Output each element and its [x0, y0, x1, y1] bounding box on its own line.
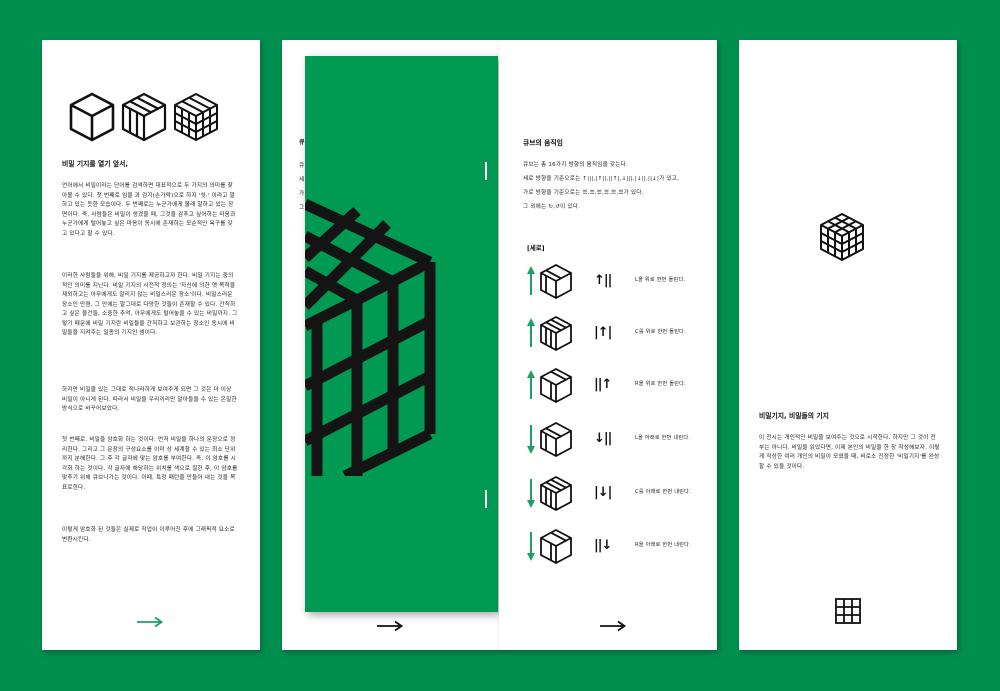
green-up-arrow-icon	[527, 318, 535, 347]
grid-icon	[835, 598, 861, 624]
intro-paragraph-3: 하지만 비밀을 있는 그대로 적나라하게 보여주게 되면 그 것은 더 이상 비…	[62, 387, 237, 412]
back-page-initial-2: 세	[299, 177, 305, 183]
moves-intro-line-4: 그 외에는 ↻,↺이 있다.	[523, 204, 581, 210]
back-page-initial-1: 큐	[299, 163, 305, 169]
cube-left-slice-icon	[540, 421, 572, 458]
section-label-vertical: [세로]	[527, 244, 545, 252]
large-cube-graphic	[305, 176, 498, 476]
intro-heading: 비밀 기지를 열기 앞서,	[62, 160, 128, 168]
move-symbol: ||↑	[594, 377, 612, 392]
move-row: ||↑ R을 위로 한번 돌린다.	[523, 366, 703, 406]
move-symbol: ↓||	[594, 431, 612, 446]
move-symbol: |↑|	[594, 325, 612, 340]
move-description: L을 위로 한번 돌린다.	[635, 277, 686, 283]
intro-paragraph-5: 이렇게 암호화 된 것들은 실제로 작업이 이루어진 후에 그래픽적 요소로 변…	[62, 527, 235, 543]
green-cover-flap[interactable]	[305, 56, 498, 612]
cube-left-slice-icon	[540, 263, 572, 300]
secret-base-heading: 비밀기지, 비밀들의 기지	[759, 412, 829, 420]
panel-cube-moves: 큐브의 움직임 큐브는 총 16가지 방향의 움직임을 갖는다. 세로 방향을 …	[499, 40, 717, 650]
green-up-arrow-icon	[527, 370, 535, 399]
green-down-arrow-icon	[527, 532, 535, 561]
moves-intro-line-2: 세로 방향을 기준으로는 ↑|||,|↑||,||↑|,↓|||,|↓||,||…	[523, 176, 680, 182]
next-arrow-green-icon[interactable]	[136, 616, 164, 628]
move-symbol: ↑||	[594, 273, 612, 288]
cube-grid-icon	[818, 211, 866, 263]
secret-base-paragraph: 이 전시는 개인적인 비밀을 보여주는 것으로 시작한다. 하지만 그 것이 전…	[759, 435, 940, 470]
next-arrow-dark-icon[interactable]	[599, 620, 627, 632]
move-row: ↑|| L을 위로 한번 돌린다.	[523, 262, 703, 302]
green-down-arrow-icon	[527, 425, 535, 454]
move-description: R을 아래로 한번 내린다.	[635, 542, 691, 548]
green-down-arrow-icon	[527, 479, 535, 508]
back-page-initial-4: 그	[299, 205, 305, 211]
cube-vertical-slices-icon	[120, 91, 168, 143]
move-symbol: |↓|	[594, 485, 612, 500]
fold-mark-bottom	[485, 490, 487, 508]
back-page-initial-3: 가	[299, 191, 305, 197]
move-description: C를 아래로 한번 내린다.	[635, 489, 691, 495]
intro-paragraph-1: 언어에서 비밀이라는 단어를 검색하면 대표적으로 두 가지의 의미를 찾아볼 …	[62, 183, 236, 237]
cube-center-slice-icon	[540, 475, 572, 512]
move-row: |↓| C를 아래로 한번 내린다.	[523, 474, 703, 514]
cube-right-slice-icon	[540, 528, 572, 565]
move-description: R을 위로 한번 돌린다.	[635, 381, 686, 387]
cube-plain-icon	[68, 91, 116, 143]
next-arrow-dark-icon[interactable]	[376, 620, 404, 632]
intro-paragraph-2: 이러한 사람들을 위해, 비밀 기지를 제공하고자 한다. 비밀 기지는 중의적…	[62, 273, 238, 336]
panel-secret-base: 비밀기지, 비밀들의 기지 이 전시는 개인적인 비밀을 보여주는 것으로 시작…	[739, 40, 957, 650]
cube-center-slice-icon	[540, 315, 572, 352]
cube-right-slice-icon	[540, 367, 572, 404]
back-page-title-initial: 큐	[299, 139, 305, 146]
move-row: |↑| C를 위로 한번 돌린다.	[523, 314, 703, 354]
intro-paragraph-4: 첫 번째로, 비밀을 암호화 하는 것이다. 먼저 비밀을 하나의 문장으로 정…	[62, 437, 238, 491]
moves-intro-line-1: 큐브는 총 16가지 방향의 움직임을 갖는다.	[523, 162, 628, 168]
move-row: ↓|| L을 아래로 한번 내린다.	[523, 420, 703, 460]
moves-intro-line-3: 가로 방향을 기준으로는 ☰,☰,☰,☰,☰,☰가 있다.	[523, 190, 644, 196]
moves-heading: 큐브의 움직임	[523, 139, 563, 147]
move-symbol: ||↓	[594, 538, 612, 553]
panel-intro: 비밀 기지를 열기 앞서, 언어에서 비밀이라는 단어를 검색하면 대표적으로 …	[42, 40, 260, 650]
move-row: ||↓ R을 아래로 한번 내린다.	[523, 527, 703, 567]
fold-mark-top	[485, 162, 487, 180]
move-description: L을 아래로 한번 내린다.	[635, 435, 691, 441]
move-description: C를 위로 한번 돌린다.	[635, 329, 686, 335]
cube-grid-icon	[172, 91, 220, 143]
green-up-arrow-icon	[527, 266, 535, 295]
